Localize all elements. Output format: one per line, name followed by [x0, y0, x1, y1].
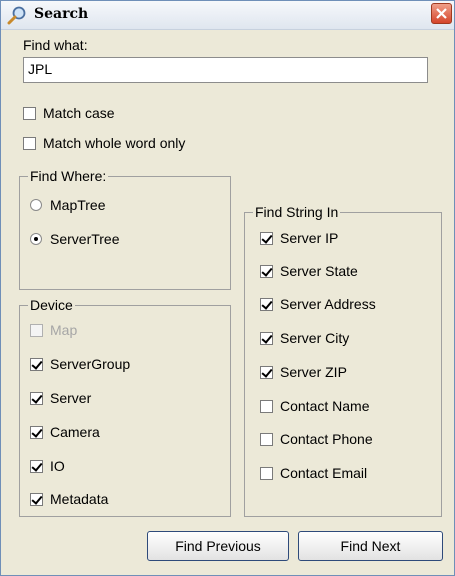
- checkbox-label: Server: [50, 390, 92, 406]
- checkbox-box: [30, 460, 43, 473]
- radio-circle: [30, 199, 42, 211]
- find-string-in-group: Find String In Server IP Server State Se…: [244, 204, 442, 517]
- checkbox-box: [260, 232, 273, 245]
- find-string-in-legend: Find String In: [253, 204, 341, 220]
- checkbox-label: Contact Name: [280, 398, 370, 414]
- checkbox-box: [260, 265, 273, 278]
- device-legend: Device: [28, 297, 75, 313]
- checkbox-label: Contact Email: [280, 465, 368, 481]
- search-dialog: Search Find what: JPL Match case Match w…: [0, 0, 455, 576]
- checkbox-label: Metadata: [50, 491, 109, 507]
- radio-label: ServerTree: [50, 231, 120, 247]
- checkbox-box: [30, 392, 43, 405]
- title-bar[interactable]: Search: [1, 1, 454, 30]
- checkbox-box: [260, 400, 273, 413]
- find-what-input[interactable]: JPL: [23, 57, 428, 83]
- checkbox-label: Server Address: [280, 296, 376, 312]
- checkbox-box: [260, 298, 273, 311]
- find-previous-button[interactable]: Find Previous: [147, 531, 289, 561]
- checkbox-box: [23, 137, 36, 150]
- checkbox-box: [260, 366, 273, 379]
- checkbox-box: [23, 107, 36, 120]
- checkbox-label: Match case: [43, 105, 115, 121]
- find-next-button[interactable]: Find Next: [298, 531, 443, 561]
- checkbox-label: Server City: [280, 330, 350, 346]
- checkbox-box: [30, 493, 43, 506]
- checkbox-box: [30, 426, 43, 439]
- checkbox-label: Server State: [280, 263, 358, 279]
- checkbox-label: ServerGroup: [50, 356, 131, 372]
- device-group: Device Map ServerGroup Server Camera IO …: [19, 297, 231, 517]
- checkbox-box: [30, 324, 43, 337]
- checkbox-label: Map: [50, 322, 78, 338]
- checkbox-label: Server IP: [280, 230, 339, 246]
- window-title: Search: [34, 6, 89, 22]
- checkbox-box: [260, 433, 273, 446]
- radio-label: MapTree: [50, 197, 106, 213]
- checkbox-label: Camera: [50, 424, 100, 440]
- checkbox-box: [30, 358, 43, 371]
- find-where-group: Find Where: MapTree ServerTree: [19, 168, 231, 290]
- radio-circle: [30, 233, 42, 245]
- find-where-legend: Find Where:: [28, 168, 109, 184]
- checkbox-label: Match whole word only: [43, 135, 186, 151]
- checkbox-label: Server ZIP: [280, 364, 347, 380]
- find-what-label: Find what:: [23, 37, 88, 53]
- checkbox-label: IO: [50, 458, 65, 474]
- checkbox-box: [260, 467, 273, 480]
- close-button[interactable]: [431, 3, 452, 24]
- search-icon: [7, 6, 26, 25]
- close-icon: [436, 8, 447, 19]
- checkbox-label: Contact Phone: [280, 431, 373, 447]
- checkbox-box: [260, 332, 273, 345]
